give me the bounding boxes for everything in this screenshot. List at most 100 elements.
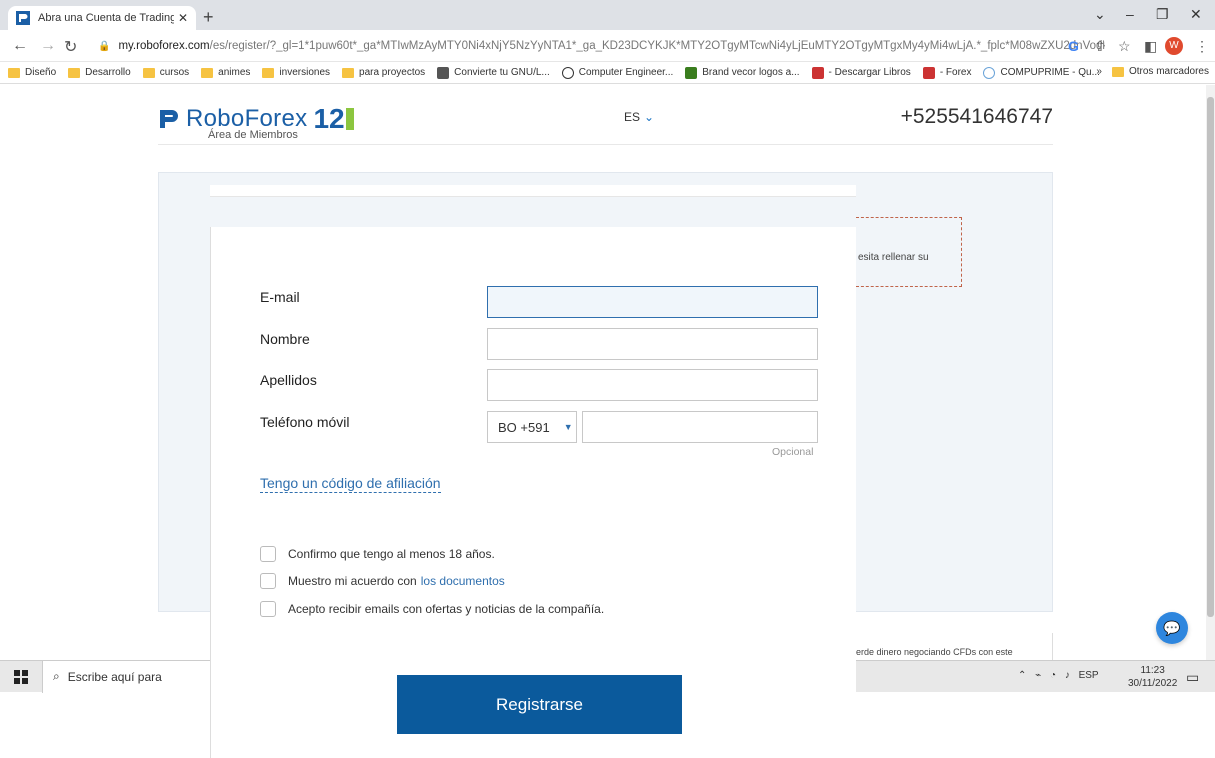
page-scrollbar[interactable] <box>1206 85 1215 660</box>
folder-icon <box>8 67 20 78</box>
modal-header-strip <box>210 185 856 197</box>
bookmark-label: Diseño <box>25 67 57 78</box>
country-code-select[interactable]: BO +591 ▼ <box>487 411 577 443</box>
windows-logo-icon <box>14 669 28 684</box>
volume-icon[interactable]: ♪ <box>1065 670 1070 681</box>
folder-icon <box>1111 66 1124 77</box>
documents-agree-row: Muestro mi acuerdo con los documentos <box>260 573 505 589</box>
taskbar-search[interactable]: ⌕ Escribe aquí para <box>42 660 210 693</box>
bookmark-label: Otros marcadores <box>1128 66 1209 77</box>
roboforex-logo[interactable]: RoboForex 12 Área de Miembros <box>158 103 354 141</box>
register-button[interactable]: Registrarse <box>397 675 682 734</box>
share-icon[interactable]: ⇪ <box>1094 38 1106 55</box>
country-code-value: BO +591 <box>498 419 550 435</box>
search-icon: ⌕ <box>53 669 60 683</box>
tab-search-icon[interactable]: ⌄ <box>1094 6 1106 23</box>
bookmark-item[interactable]: Convierte tu GNU/L... <box>437 66 550 79</box>
emails-checkbox-label: Acepto recibir emails con ofertas y noti… <box>288 602 605 616</box>
bookmark-star-icon[interactable]: ☆ <box>1118 38 1131 55</box>
network-icon[interactable]: ⌁ <box>1035 670 1041 681</box>
bookmark-item[interactable]: Computer Engineer... <box>561 66 673 79</box>
forward-icon[interactable]: → <box>40 37 56 55</box>
bookmark-item[interactable]: Diseño <box>8 67 56 78</box>
tab-close-icon[interactable]: ✕ <box>178 11 188 25</box>
site-icon <box>437 66 450 79</box>
reload-icon[interactable]: ↻ <box>64 37 77 57</box>
bookmark-item[interactable]: cursos <box>142 67 190 78</box>
bookmark-label: COMPUPRIME - Qu... <box>1000 67 1100 78</box>
contact-phone[interactable]: +525541646747 <box>901 105 1053 129</box>
google-icon[interactable]: G <box>1068 38 1079 54</box>
age-checkbox[interactable] <box>260 546 276 562</box>
minimize-icon[interactable]: – <box>1126 6 1134 22</box>
bookmark-label: Desarrollo <box>85 67 131 78</box>
browser-toolbar: ← → ↻ 🔒 my.roboforex.com/es/register/?_g… <box>0 30 1215 62</box>
optional-hint: Opcional <box>772 446 814 458</box>
bookmark-item[interactable]: inversiones <box>262 67 330 78</box>
bookmark-label: para proyectos <box>359 67 426 78</box>
back-icon[interactable]: ← <box>12 37 28 55</box>
folder-icon <box>142 67 155 78</box>
new-tab-button[interactable]: + <box>203 7 214 28</box>
scrollbar-thumb[interactable] <box>1207 97 1214 617</box>
tray-chevron-icon[interactable]: ⌃ <box>1018 670 1026 681</box>
site-icon <box>811 66 824 79</box>
menu-kebab-icon[interactable]: ⋮ <box>1195 38 1209 55</box>
other-bookmarks[interactable]: Otros marcadores <box>1111 66 1209 77</box>
nombre-field[interactable] <box>487 328 818 360</box>
emails-checkbox[interactable] <box>260 601 276 617</box>
bookmark-item[interactable]: Brand vecor logos a... <box>685 66 800 79</box>
age-confirm-row: Confirmo que tengo al menos 18 años. <box>260 546 495 562</box>
apellidos-field[interactable] <box>487 369 818 401</box>
profile-avatar[interactable]: W <box>1165 37 1183 55</box>
bookmark-label: Convierte tu GNU/L... <box>454 67 550 78</box>
bookmark-item[interactable]: animes <box>201 67 250 78</box>
email-field[interactable] <box>487 286 818 318</box>
notifications-icon[interactable]: ▭ <box>1186 669 1199 686</box>
lock-icon: 🔒 <box>98 40 111 52</box>
phone-field[interactable] <box>582 411 818 443</box>
notice-text: esita rellenar su <box>858 252 929 263</box>
roboforex-logo-icon <box>160 110 178 128</box>
bookmark-item[interactable]: COMPUPRIME - Qu... <box>983 66 1100 79</box>
chevron-down-icon: ⌄ <box>644 110 655 124</box>
documents-link[interactable]: los documentos <box>421 574 505 588</box>
nombre-label: Nombre <box>260 331 310 347</box>
restore-icon[interactable]: ❐ <box>1156 6 1169 23</box>
window-close-icon[interactable]: ✕ <box>1190 6 1202 23</box>
site-icon <box>561 66 574 79</box>
windows-taskbar-left: ⌕ Escribe aquí para <box>0 660 210 693</box>
bookmark-item[interactable]: - Forex <box>922 66 971 79</box>
bookmark-label: Brand vecor logos a... <box>702 67 800 78</box>
chat-button[interactable]: 💬 <box>1156 612 1188 644</box>
windows-taskbar-right: ⌃ ⌁ ◔ ♪ ESP 11:23 30/11/2022 ▭ <box>856 660 1215 692</box>
site-icon <box>983 66 996 79</box>
browser-tab-strip: Abra una Cuenta de Trading: Rob ✕ + ⌄ – … <box>0 0 1215 30</box>
emails-consent-row: Acepto recibir emails con ofertas y noti… <box>260 601 604 617</box>
bookmark-label: cursos <box>159 67 190 78</box>
wifi-icon[interactable]: ◔ <box>1050 670 1056 681</box>
site-icon <box>685 66 698 79</box>
input-language[interactable]: ESP <box>1079 670 1099 681</box>
logo-years: 12 <box>313 103 345 134</box>
clock-date: 30/11/2022 <box>1128 678 1178 689</box>
bookmark-item[interactable]: - Descargar Libros <box>811 66 911 79</box>
browser-tab[interactable]: Abra una Cuenta de Trading: Rob ✕ <box>8 6 196 30</box>
site-icon <box>922 66 935 79</box>
bookmark-item[interactable]: para proyectos <box>342 67 425 78</box>
taskbar-clock[interactable]: 11:23 30/11/2022 <box>1128 664 1177 690</box>
documents-checkbox[interactable] <box>260 573 276 589</box>
folder-icon <box>262 67 275 78</box>
side-panel-icon[interactable]: ◧ <box>1144 38 1157 55</box>
bookmarks-overflow-icon[interactable]: » <box>1096 66 1102 77</box>
bookmark-item[interactable]: Desarrollo <box>68 67 131 78</box>
address-bar[interactable]: 🔒 my.roboforex.com/es/register/?_gl=1*1p… <box>90 34 1105 58</box>
start-button[interactable] <box>0 661 42 693</box>
apellidos-label: Apellidos <box>260 372 317 388</box>
bookmark-label: inversiones <box>279 67 331 78</box>
affiliate-code-link[interactable]: Tengo un código de afiliación <box>260 475 441 493</box>
documents-checkbox-label: Muestro mi acuerdo con <box>288 574 417 588</box>
language-selector[interactable]: ES ⌄ <box>624 110 654 124</box>
folder-icon <box>68 67 81 78</box>
roboforex-favicon-icon <box>16 11 30 25</box>
